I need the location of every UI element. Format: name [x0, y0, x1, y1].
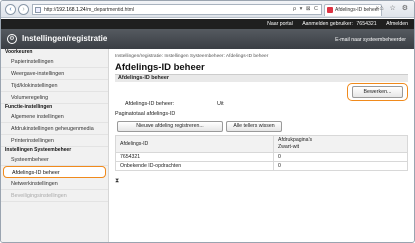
cell-value: 0 [273, 161, 408, 171]
col-department-id: Afdelings-ID [115, 135, 274, 153]
cell-id: Onbekende ID-opdrachten [115, 161, 274, 171]
address-url: http://192.168.1.24/m_departmentid.html [44, 7, 135, 13]
sidebar-item-printer[interactable]: Printerinstellingen [1, 135, 108, 147]
sidebar-item-timer[interactable]: Tijd/klokinstellingen [1, 80, 108, 92]
login-user-id: 7654321 [356, 21, 377, 27]
cell-value: 0 [273, 152, 408, 162]
table-row: 7654321 0 [115, 152, 408, 162]
sidebar-item-security[interactable]: Beveiligingsinstellingen [1, 190, 108, 202]
forward-button[interactable]: › [18, 4, 29, 15]
sidebar-item-paper[interactable]: Papierinstellingen [1, 56, 108, 68]
sidebar-item-general[interactable]: Algemene instellingen [1, 111, 108, 123]
settings-logo-icon: ⚙ [7, 34, 17, 44]
app-title: Instellingen/registratie [22, 34, 108, 43]
browser-home-fav-settings-icons[interactable]: ⌂ ☆ ⚙ [379, 4, 410, 12]
section-title: Afdelings-ID beheer [115, 74, 408, 82]
col-print-pages: Afdrukpagina's Zwart-wit [273, 135, 408, 153]
tab-favicon-icon [327, 7, 333, 13]
table-header-row: Afdelings-ID Afdrukpagina's Zwart-wit [115, 135, 408, 153]
department-table: Afdelings-ID Afdrukpagina's Zwart-wit 76… [115, 135, 408, 171]
sidebar-item-volume[interactable]: Volumeregeling [1, 92, 108, 104]
sidebar-heading-management: Instellingen Systeembeheer [5, 147, 72, 153]
sidebar-heading-functions: Functie-instellingen [5, 104, 53, 110]
browser-tab[interactable]: Afdelings-ID beheer × [324, 4, 382, 16]
sidebar-item-network[interactable]: Netwerkinstellingen [1, 178, 108, 190]
mail-admin-link[interactable]: E-mail naar systeembeheerder [335, 37, 406, 43]
status-value: Uit [217, 101, 224, 107]
address-bar[interactable]: http://192.168.1.24/m_departmentid.html … [32, 4, 322, 15]
status-label: Afdelings-ID beheer: [125, 101, 175, 107]
sidebar-item-system-management[interactable]: Systeembeheer [1, 154, 108, 166]
page-icon [35, 7, 41, 13]
login-user-label: Aanmelden gebruiker: [302, 21, 353, 27]
portal-link[interactable]: Naar portal [267, 21, 293, 27]
back-button[interactable]: ‹ [5, 4, 16, 15]
sidebar-item-department-id[interactable]: Afdelings-ID beheer [3, 166, 106, 178]
main-content: Instellingen/registratie: Instellingen S… [111, 49, 414, 242]
cell-id: 7654321 [115, 152, 274, 162]
address-controls[interactable]: ρ ▾ ⊠ C [293, 5, 319, 14]
collapse-icon[interactable]: ⧗ [115, 178, 119, 185]
register-department-button[interactable]: Nieuwe afdeling registreren... [117, 121, 223, 132]
page-totals-title: Paginatotaal afdelings-ID [115, 111, 176, 117]
sidebar: Voorkeuren Papierinstellingen Weergave-i… [1, 49, 109, 242]
signout-link[interactable]: Afmelden [386, 21, 408, 27]
sidebar-item-display[interactable]: Weergave-instellingen [1, 68, 108, 80]
breadcrumb: Instellingen/registratie: Instellingen S… [115, 54, 269, 59]
browser-toolbar: ‹ › http://192.168.1.24/m_departmentid.h… [1, 1, 414, 18]
clear-counters-button[interactable]: Alle tellers wissen [226, 121, 282, 132]
sidebar-heading-preferences: Voorkeuren [5, 49, 33, 55]
browser-window: ‹ › http://192.168.1.24/m_departmentid.h… [0, 0, 415, 243]
top-link-bar: Naar portal Aanmelden gebruiker: 7654321… [1, 19, 414, 29]
tab-label: Afdelings-ID beheer [335, 7, 380, 13]
table-row: Onbekende ID-opdrachten 0 [115, 161, 408, 171]
page-title: Afdelings-ID beheer [115, 62, 205, 73]
app-header: ⚙ Instellingen/registratie E-mail naar s… [1, 29, 414, 49]
edit-button[interactable]: Bewerken... [352, 86, 403, 98]
sidebar-item-media-print[interactable]: Afdrukinstellingen geheugenmedia [1, 123, 108, 135]
